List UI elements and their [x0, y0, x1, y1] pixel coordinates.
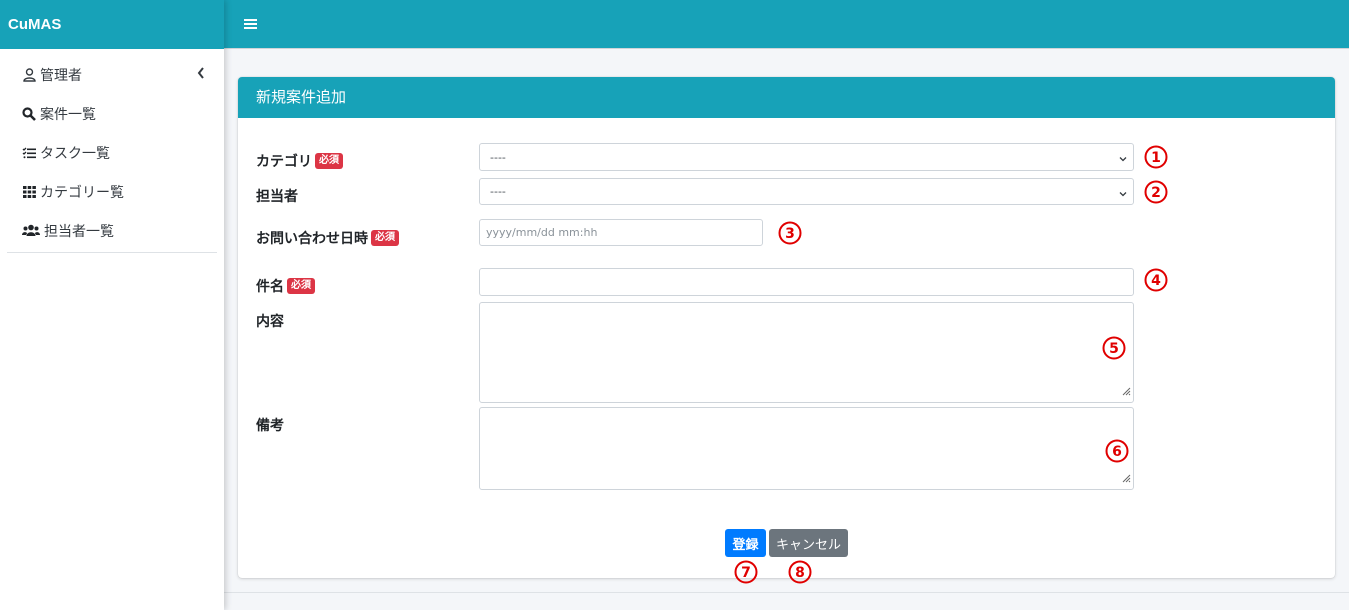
content-label-text: 内容: [256, 314, 284, 330]
annotation-marker-4: 4: [1144, 268, 1168, 292]
annotation-marker-3: 3: [778, 221, 802, 245]
svg-text:4: 4: [1151, 273, 1161, 289]
category-select-value: ----: [490, 150, 506, 164]
svg-text:7: 7: [741, 565, 751, 581]
sidebar: CuMAS 管理者 案件一覧 タスク一覧 カテゴリー覧 担当者一覧: [0, 0, 224, 610]
sidebar-item-assignees[interactable]: 担当者一覧: [7, 211, 217, 250]
sidebar-item-tasks[interactable]: タスク一覧: [7, 133, 217, 172]
required-badge: 必須: [315, 153, 343, 169]
svg-text:3: 3: [785, 226, 795, 242]
search-icon: [21, 106, 37, 122]
brand-logo[interactable]: CuMAS: [0, 0, 224, 49]
assignee-label: 担当者: [256, 186, 298, 206]
category-label: カテゴリ 必須: [256, 151, 343, 171]
annotation-marker-7: 7: [734, 560, 758, 584]
remarks-textarea[interactable]: [479, 407, 1134, 490]
subject-input[interactable]: [479, 268, 1134, 296]
top-navbar: [224, 0, 1349, 49]
svg-text:8: 8: [795, 565, 805, 581]
users-icon: [21, 223, 41, 239]
assignee-select-value: ----: [490, 185, 506, 198]
assignee-select[interactable]: ----: [479, 178, 1134, 205]
inquiry-datetime-label: お問い合わせ日時 必須: [256, 228, 399, 248]
remarks-label-text: 備考: [256, 418, 284, 434]
inquiry-datetime-label-text: お問い合わせ日時: [256, 231, 368, 247]
tasks-list-icon: [21, 145, 37, 161]
annotation-marker-6: 6: [1105, 439, 1129, 463]
required-badge: 必須: [287, 278, 315, 294]
inquiry-datetime-input[interactable]: yyyy/mm/dd mm:hh: [479, 219, 763, 246]
cancel-button[interactable]: キャンセル: [769, 529, 848, 557]
annotation-marker-8: 8: [788, 560, 812, 584]
required-badge: 必須: [371, 230, 399, 246]
subject-label-text: 件名: [256, 279, 284, 295]
annotation-marker-1: 1: [1144, 145, 1168, 169]
inquiry-datetime-placeholder: yyyy/mm/dd mm:hh: [486, 226, 598, 239]
page-title: 新規案件追加: [238, 77, 1335, 118]
hamburger-menu-icon[interactable]: [244, 16, 258, 30]
chevron-down-icon: [1119, 188, 1127, 201]
sidebar-item-admin[interactable]: 管理者: [7, 55, 217, 94]
chevron-left-icon[interactable]: [197, 67, 205, 83]
sidebar-nav: 管理者 案件一覧 タスク一覧 カテゴリー覧 担当者一覧: [0, 49, 224, 253]
chevron-down-icon: [1119, 153, 1127, 166]
remarks-label: 備考: [256, 415, 284, 435]
svg-text:2: 2: [1151, 185, 1161, 201]
sidebar-item-cases[interactable]: 案件一覧: [7, 94, 217, 133]
sidebar-item-label: 管理者: [40, 67, 82, 84]
grid-icon: [21, 184, 37, 200]
sidebar-divider: [7, 252, 217, 253]
sidebar-item-label: タスク一覧: [40, 145, 110, 162]
svg-text:5: 5: [1109, 341, 1119, 357]
content-textarea[interactable]: [479, 302, 1134, 403]
svg-text:1: 1: [1151, 150, 1161, 166]
sidebar-item-categories[interactable]: カテゴリー覧: [7, 172, 217, 211]
submit-button[interactable]: 登録: [725, 529, 766, 557]
sidebar-item-label: 担当者一覧: [44, 223, 114, 240]
user-icon: [21, 67, 37, 83]
annotation-marker-2: 2: [1144, 180, 1168, 204]
sidebar-item-label: 案件一覧: [40, 106, 96, 123]
resize-handle-icon[interactable]: [1121, 468, 1131, 487]
resize-handle-icon[interactable]: [1121, 381, 1131, 400]
category-label-text: カテゴリ: [256, 154, 312, 170]
footer-divider: [224, 592, 1349, 593]
subject-label: 件名 必須: [256, 276, 315, 296]
assignee-label-text: 担当者: [256, 189, 298, 205]
content-label: 内容: [256, 311, 284, 331]
category-select[interactable]: ----: [479, 143, 1134, 171]
svg-text:6: 6: [1112, 444, 1122, 460]
annotation-marker-5: 5: [1102, 336, 1126, 360]
sidebar-item-label: カテゴリー覧: [40, 184, 124, 201]
